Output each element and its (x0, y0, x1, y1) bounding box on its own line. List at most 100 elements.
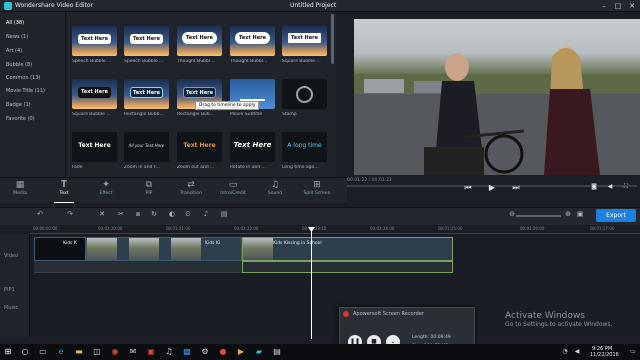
undo-icon[interactable]: ↶ (34, 210, 46, 218)
ruler-tick: 00:01:27:00 (590, 226, 615, 231)
tab-split-screen[interactable]: ⊞ Split Screen (297, 179, 337, 203)
ruler-tick: 00:01:26:00 (520, 226, 545, 231)
video-editor-app-icon[interactable]: ▰ (254, 347, 264, 357)
settings-icon[interactable]: ⚙ (200, 347, 210, 357)
clip-thumbnail (129, 238, 159, 260)
tab-sound[interactable]: ♫ Sound (255, 179, 295, 203)
library-tile[interactable]: Text Here (230, 26, 275, 56)
library-tile[interactable]: Text Here (124, 79, 169, 109)
chrome-icon[interactable]: ◉ (110, 347, 120, 357)
library-tile[interactable]: Text Here (72, 79, 117, 109)
music-app-icon[interactable]: ♫ (164, 347, 174, 357)
app-logo-icon (4, 2, 12, 10)
app-icon[interactable]: ▤ (272, 347, 282, 357)
category-favorite[interactable]: Favorite (0) (6, 114, 62, 124)
audio-waveform (34, 261, 242, 273)
tab-effect[interactable]: ✦ Effect (86, 179, 126, 203)
category-movie-title[interactable]: Movie Title (11) (6, 86, 62, 96)
library-scrollbar[interactable] (331, 14, 334, 64)
maximize-button[interactable]: □ (612, 1, 624, 11)
library-tile[interactable]: Text Here (177, 26, 222, 56)
previous-frame-icon[interactable]: ⏮ (462, 183, 474, 193)
next-frame-icon[interactable]: ⏭ (510, 183, 522, 193)
transition-icon: ⇄ (187, 180, 195, 190)
zoom-slider[interactable] (516, 215, 561, 217)
network-icon[interactable]: ◔ (560, 347, 570, 357)
video-clip[interactable]: Kids K (34, 237, 86, 261)
tab-transition[interactable]: ⇄ Transition (171, 179, 211, 203)
effect-icon: ✦ (102, 180, 110, 190)
clip-thumbnail (87, 238, 117, 260)
recorder-app-icon[interactable]: ● (218, 347, 228, 357)
media-player-icon[interactable]: ▶ (236, 347, 246, 357)
playhead[interactable] (311, 229, 312, 339)
library-tile[interactable]: Text Here (72, 26, 117, 56)
start-icon[interactable]: ⊞ (3, 347, 13, 357)
library-tile[interactable]: A long time (282, 132, 327, 162)
speed-icon[interactable]: ⏲ (182, 210, 194, 219)
file-explorer-icon[interactable]: ▬ (74, 347, 84, 357)
color-icon[interactable]: ◐ (166, 210, 178, 218)
office-icon[interactable]: ▣ (146, 347, 156, 357)
video-frame-image (354, 46, 640, 175)
export-button[interactable]: Export (596, 209, 636, 222)
tab-intro-credit[interactable]: ▭ Intro/Credit (213, 179, 253, 203)
crop-icon[interactable]: ⧈ (132, 210, 144, 219)
scene-detect-icon[interactable]: ▤ (218, 210, 230, 218)
tab-label: Intro/Credit (220, 191, 246, 196)
category-all[interactable]: All (38) (6, 18, 62, 28)
library-tile[interactable]: Text Here (282, 26, 327, 56)
delete-icon[interactable]: ✕ (96, 210, 108, 218)
cut-icon[interactable]: ✂ (115, 210, 127, 218)
tile-label: Rectangle Bubb... (124, 112, 164, 117)
library-tile[interactable]: All your Text Here (124, 132, 169, 162)
redo-icon[interactable]: ↷ (64, 210, 76, 218)
mail-icon[interactable]: ✉ (128, 347, 138, 357)
video-clip[interactable]: Kids Ki (86, 237, 242, 261)
edge-icon[interactable]: e (56, 347, 66, 357)
clock-date[interactable]: 11/22/2016 (590, 352, 619, 358)
library-tile[interactable]: Text Here (230, 132, 275, 162)
voiceover-icon[interactable]: ♪ (200, 210, 212, 218)
category-news[interactable]: News (1) (6, 32, 62, 42)
category-bubble[interactable]: Bubble (8) (6, 60, 62, 70)
minimize-button[interactable]: – (598, 1, 610, 11)
sound-icon: ♫ (270, 180, 280, 190)
track-headers: Video PIP1 Music (0, 234, 30, 337)
preview-video-frame (354, 19, 640, 175)
tab-pip[interactable]: ⧉ PIP (129, 179, 169, 203)
category-list: All (38) News (1) Art (4) Bubble (8) Com… (0, 12, 66, 177)
search-icon[interactable]: ○ (20, 347, 30, 357)
fullscreen-icon[interactable]: ⛶ (620, 183, 632, 191)
snapshot-icon[interactable]: ◙ (588, 183, 600, 190)
rotate-icon[interactable]: ↻ (148, 210, 160, 218)
library-tile[interactable] (282, 79, 327, 109)
category-common[interactable]: Common (13) (6, 73, 62, 83)
fit-icon[interactable]: ▣ (574, 210, 586, 218)
zoom-in-icon[interactable]: ⊕ (562, 210, 574, 218)
clip-name: Kids K (63, 241, 77, 246)
intro-credit-icon: ▭ (228, 180, 238, 190)
category-art[interactable]: Art (4) (6, 46, 62, 56)
volume-icon[interactable]: ◀ (604, 183, 616, 190)
library-tile[interactable]: Text Here (177, 132, 222, 162)
play-icon[interactable]: ▶ (486, 183, 498, 192)
clip-name: Kids Kissing in School (273, 241, 322, 246)
task-view-icon[interactable]: ▭ (38, 347, 48, 357)
close-button[interactable]: ✕ (626, 1, 638, 11)
activation-watermark-title: Activate Windows (505, 311, 585, 321)
photos-icon[interactable]: ▩ (182, 347, 192, 357)
tile-label: Zoom in and F... (124, 165, 160, 170)
store-icon[interactable]: ◫ (92, 347, 102, 357)
notifications-icon[interactable]: ▭ (628, 347, 638, 357)
tab-label: Media (13, 191, 27, 196)
video-clip-selected[interactable]: Kids Kissing in School (242, 237, 453, 261)
recording-length: Length: 00:09:49 (412, 335, 451, 340)
category-badge[interactable]: Badge (1) (6, 100, 62, 110)
library-tile[interactable]: Text Here (72, 132, 117, 162)
volume-tray-icon[interactable]: ◀ (572, 347, 582, 357)
library-tile[interactable]: Text Here (124, 26, 169, 56)
tab-text[interactable]: T Text (44, 179, 84, 203)
project-title: Untitled Project (290, 2, 337, 9)
tab-media[interactable]: ▦ Media (0, 179, 40, 203)
